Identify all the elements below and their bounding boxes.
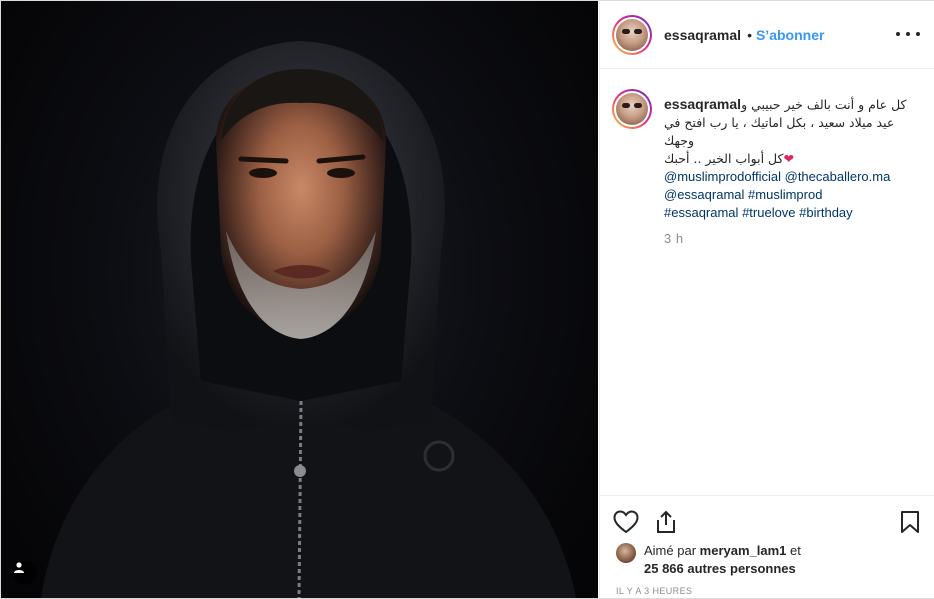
mention-link[interactable]: @essaqramal bbox=[664, 187, 744, 202]
hashtag-link[interactable]: #essaqramal bbox=[664, 205, 738, 220]
caption-line-with-heart: ❤كل أبواب الخير .. أحبك bbox=[664, 150, 922, 168]
bookmark-icon[interactable] bbox=[896, 508, 924, 536]
mention-link[interactable]: @muslimprodofficial bbox=[664, 169, 781, 184]
user-tag-icon[interactable] bbox=[13, 561, 37, 585]
mention-link[interactable]: @thecaballero.ma bbox=[785, 169, 891, 184]
portrait-illustration bbox=[41, 41, 576, 598]
caption-text: كل عام و أنت بالف خير حبيبي و essaqramal… bbox=[664, 95, 922, 222]
liked-by-conjunction: et bbox=[790, 543, 801, 558]
avatar-image bbox=[616, 93, 648, 125]
post-dialog: essaqramal • S’abonner كل عام و أنت بالف… bbox=[0, 0, 934, 599]
hashtag-link[interactable]: #truelove bbox=[742, 205, 795, 220]
hashtag-link[interactable]: #muslimprod bbox=[748, 187, 822, 202]
mention-line: @essaqramal #muslimprod bbox=[664, 186, 922, 204]
hashtag-line: #essaqramal #truelove #birthday bbox=[664, 204, 922, 222]
separator-dot: • bbox=[747, 26, 752, 43]
caption-line: كل أبواب الخير .. أحبك bbox=[664, 151, 784, 166]
follow-button[interactable]: S’abonner bbox=[756, 27, 824, 43]
liker-username[interactable]: meryam_lam1 bbox=[700, 543, 787, 558]
post-timestamp[interactable]: IL Y A 3 HEURES bbox=[616, 586, 692, 596]
comments-area: كل عام و أنت بالف خير حبيبي و essaqramal… bbox=[600, 69, 934, 494]
caption-username[interactable]: essaqramal bbox=[664, 95, 741, 113]
post-photo[interactable] bbox=[1, 1, 598, 598]
more-options-icon[interactable] bbox=[896, 26, 920, 42]
post-header: essaqramal • S’abonner bbox=[600, 1, 934, 69]
share-icon[interactable] bbox=[652, 508, 680, 536]
caption-avatar[interactable] bbox=[612, 89, 652, 129]
post-side-panel: essaqramal • S’abonner كل عام و أنت بالف… bbox=[599, 1, 934, 598]
avatar[interactable] bbox=[612, 14, 652, 55]
avatar-image bbox=[616, 18, 648, 51]
action-bar bbox=[612, 508, 922, 536]
hashtag-link[interactable]: #birthday bbox=[799, 205, 852, 220]
caption-line: كل عام و أنت بالف خير حبيبي و bbox=[741, 97, 907, 112]
heart-emoji: ❤ bbox=[783, 151, 794, 166]
likes-count[interactable]: 25 866 autres personnes bbox=[644, 560, 796, 578]
post-footer: Aimé par meryam_lam1 et 25 866 autres pe… bbox=[600, 495, 934, 599]
liked-by-prefix: Aimé par bbox=[644, 543, 697, 558]
header-username[interactable]: essaqramal bbox=[664, 27, 741, 43]
liker-avatar[interactable] bbox=[616, 543, 636, 563]
caption-time: 3 h bbox=[664, 231, 684, 246]
mention-line: @muslimprodofficial @thecaballero.ma bbox=[664, 168, 922, 186]
caption-line: عيد ميلاد سعيد ، بكل اماتيك ، يا رب افتح… bbox=[664, 115, 895, 148]
heart-outline-icon[interactable] bbox=[612, 508, 640, 536]
